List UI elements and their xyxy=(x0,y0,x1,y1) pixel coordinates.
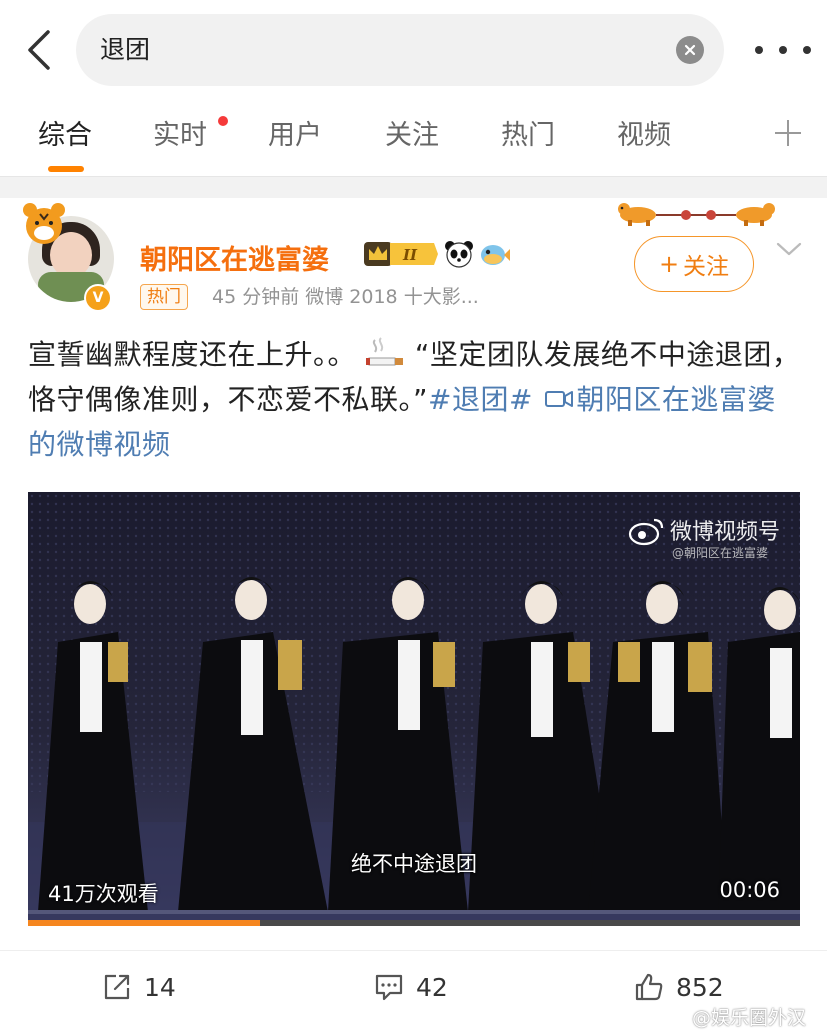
clear-icon xyxy=(684,44,696,56)
search-query: 退团 xyxy=(100,35,151,64)
tab-bar: 综合 实时 用户 关注 热门 视频 xyxy=(0,100,827,174)
repost-icon xyxy=(104,974,130,1000)
video-camera-icon xyxy=(545,391,574,407)
search-input[interactable]: 退团 xyxy=(76,14,724,86)
verified-icon: V xyxy=(84,284,112,312)
dog-decoration-icon xyxy=(618,203,775,226)
panda-icon xyxy=(445,241,473,268)
active-tab-indicator xyxy=(48,166,84,172)
video-progress-bar[interactable] xyxy=(28,920,800,926)
tab-users[interactable]: 用户 xyxy=(268,114,322,158)
tab-hot[interactable]: 热门 xyxy=(501,114,555,158)
tab-comprehensive[interactable]: 综合 xyxy=(38,114,92,158)
tab-realtime[interactable]: 实时 xyxy=(153,114,207,158)
cigarette-emoji-icon xyxy=(366,337,404,366)
comment-count: 42 xyxy=(416,972,448,1002)
like-icon xyxy=(635,973,663,1001)
video-player[interactable]: 微博视频号 @朝阳区在逃富婆 绝不中途退团 41万次观看 00:06 xyxy=(28,492,800,926)
follow-label: 关注 xyxy=(683,254,730,280)
section-divider xyxy=(0,176,827,198)
post-card: V 朝阳区在逃富婆 II 热门 45 分钟前 微博 2018 十大影... + … xyxy=(0,198,827,1032)
add-tab-icon[interactable] xyxy=(775,120,801,146)
follow-button[interactable]: + 关注 xyxy=(634,236,754,292)
realtime-notification-dot xyxy=(218,116,228,126)
video-progress-fill xyxy=(28,920,260,926)
action-bar: 14 42 852 @娱乐圈外汉 xyxy=(0,950,827,1029)
hot-tag: 热门 xyxy=(140,284,188,310)
video-duration: 00:06 xyxy=(719,878,780,902)
pufferfish-icon xyxy=(481,245,510,265)
tab-following[interactable]: 关注 xyxy=(385,114,439,158)
weibo-video-watermark: 微博视频号 @朝阳区在逃富婆 xyxy=(628,510,792,566)
comment-button[interactable]: 42 xyxy=(374,965,448,1009)
post-body: 宣誓幽默程度还在上升。。 “坚定团队发展绝不中途退团，恪守偶像准则，不恋爱不私联… xyxy=(28,332,804,467)
tab-video[interactable]: 视频 xyxy=(617,114,671,158)
view-count: 41万次观看 xyxy=(48,882,159,906)
watermark-handle: @朝阳区在逃富婆 xyxy=(672,546,769,560)
repost-button[interactable]: 14 xyxy=(102,965,176,1009)
more-icon[interactable] xyxy=(755,36,811,64)
username[interactable]: 朝阳区在逃富婆 xyxy=(140,238,329,277)
video-subtitle: 绝不中途退团 xyxy=(351,852,477,876)
back-button[interactable] xyxy=(14,22,62,78)
repost-count: 14 xyxy=(144,972,176,1002)
post-text-part1: 宣誓幽默程度还在上升。。 xyxy=(28,338,357,371)
top-bar: 退团 xyxy=(0,0,827,100)
crown-badge-icon: II xyxy=(364,242,438,266)
watermark-title: 微博视频号 xyxy=(670,520,781,545)
comment-icon xyxy=(375,974,403,1001)
like-count: 852 xyxy=(676,972,724,1002)
clear-search-button[interactable] xyxy=(676,36,704,64)
tiger-decoration-icon xyxy=(23,203,65,244)
plus-icon: + xyxy=(658,250,680,278)
weibo-logo-icon xyxy=(628,518,664,546)
site-watermark: @娱乐圈外汉 xyxy=(692,1007,807,1029)
back-arrow-icon xyxy=(28,30,50,70)
chevron-down-icon[interactable] xyxy=(774,238,804,260)
svg-text:II: II xyxy=(402,246,418,264)
hashtag-link[interactable]: #退团# xyxy=(428,383,533,416)
post-meta: 45 分钟前 微博 2018 十大影... xyxy=(212,286,479,308)
